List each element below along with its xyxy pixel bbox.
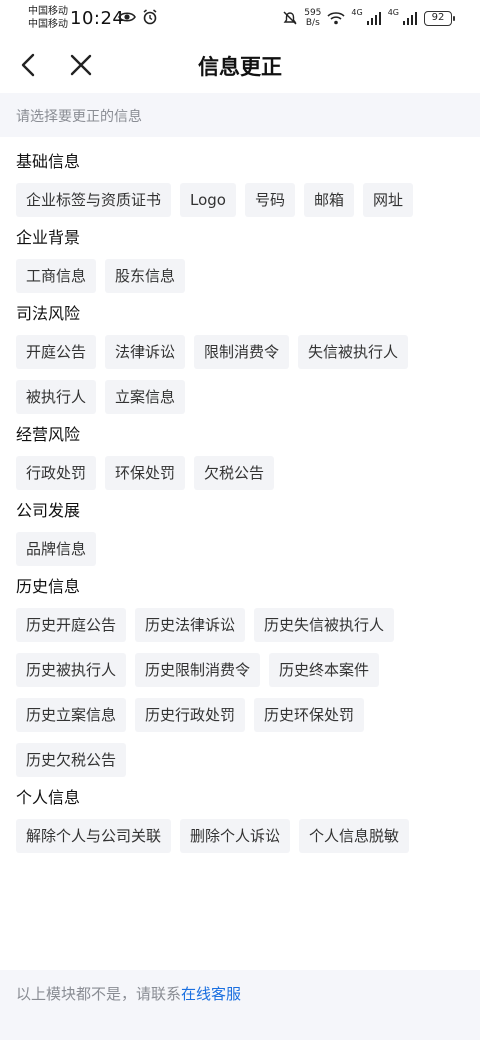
correction-option-chip[interactable]: 历史欠税公告	[16, 743, 127, 777]
section-title: 司法风险	[16, 304, 81, 323]
correction-option-chip[interactable]: 工商信息	[16, 259, 97, 293]
status-time: 10:24	[70, 8, 125, 29]
correction-option-chip[interactable]: Logo	[180, 183, 236, 217]
alarm-icon	[143, 9, 157, 25]
correction-option-chip[interactable]: 历史立案信息	[16, 698, 127, 732]
online-service-link[interactable]: 在线客服	[181, 985, 241, 1003]
signal-2-label: 4G	[387, 8, 399, 17]
status-bar: 中国移动 中国移动 10:24 595 B/s 4G 4G 92	[0, 0, 480, 38]
section-title: 基础信息	[16, 152, 81, 171]
chip-group: 行政处罚 环保处罚 欠税公告	[16, 456, 464, 490]
correction-option-chip[interactable]: 历史法律诉讼	[135, 608, 246, 642]
section: 基础信息企业标签与资质证书 Logo 号码 邮箱 网址	[16, 151, 464, 217]
correction-option-chip[interactable]: 开庭公告	[16, 335, 97, 369]
signal-1-label: 4G	[351, 8, 363, 17]
section: 经营风险行政处罚 环保处罚 欠税公告	[16, 424, 464, 490]
correction-option-chip[interactable]: 企业标签与资质证书	[16, 183, 172, 217]
nav-bar: 信息更正	[0, 38, 480, 92]
correction-option-chip[interactable]: 失信被执行人	[298, 335, 409, 369]
wifi-icon	[327, 12, 345, 25]
section: 公司发展 品牌信息	[16, 500, 464, 566]
eye-icon	[118, 12, 136, 22]
mute-icon	[283, 11, 297, 25]
section-title: 历史信息	[16, 577, 81, 596]
correction-option-chip[interactable]: 解除个人与公司关联	[16, 819, 172, 853]
battery-icon: 92	[424, 10, 455, 26]
correction-option-chip[interactable]: 立案信息	[105, 380, 186, 414]
footer-prompt: 以上模块都不是，请联系	[16, 985, 182, 1003]
correction-option-chip[interactable]: 限制消费令	[194, 335, 290, 369]
correction-option-chip[interactable]: 历史被执行人	[16, 653, 127, 687]
signal-icon	[403, 12, 417, 25]
correction-option-chip[interactable]: 历史限制消费令	[135, 653, 261, 687]
correction-option-chip[interactable]: 个人信息脱敏	[299, 819, 410, 853]
section-title: 企业背景	[16, 228, 81, 247]
chip-group: 历史开庭公告 历史法律诉讼 历史失信被执行人 历史被执行人 历史限制消费令 历史终本案件历…	[16, 608, 464, 777]
correction-option-chip[interactable]: 网址	[363, 183, 414, 217]
section: 历史信息历史开庭公告 历史法律诉讼 历史失信被执行人历史被执行人 历史限制消费令 历史终…	[16, 576, 464, 777]
signal-icon	[366, 12, 381, 25]
carrier-2: 中国移动	[28, 19, 68, 30]
correction-option-chip[interactable]: 行政处罚	[16, 456, 97, 490]
correction-option-chip[interactable]: 历史失信被执行人	[254, 608, 395, 642]
section: 司法风险开庭公告 法律诉讼 限制消费令 失信被执行人被执行人 立案信息	[16, 303, 464, 414]
hint-bar: 请选择要更正的信息	[0, 93, 480, 137]
correction-option-chip[interactable]: 删除个人诉讼	[180, 819, 291, 853]
correction-option-chip[interactable]: 历史开庭公告	[16, 608, 127, 642]
correction-option-chip[interactable]: 邮箱	[304, 183, 355, 217]
section-title: 经营风险	[16, 425, 81, 444]
chip-group: 企业标签与资质证书 Logo 号码 邮箱 网址	[16, 183, 464, 217]
page-title: 信息更正	[198, 55, 282, 79]
section: 企业背景工商信息 股东信息	[16, 227, 464, 293]
correction-sections: 基础信息企业标签与资质证书 Logo 号码 邮箱 网址企业背景工商信息 股东信息司法风险开…	[0, 137, 480, 970]
correction-option-chip[interactable]: 环保处罚	[105, 456, 186, 490]
correction-option-chip[interactable]: 法律诉讼	[105, 335, 186, 369]
correction-option-chip[interactable]: 历史行政处罚	[135, 698, 246, 732]
chip-group: 工商信息 股东信息	[16, 259, 464, 293]
correction-option-chip[interactable]: 号码	[245, 183, 296, 217]
section-title: 个人信息	[16, 788, 81, 807]
chip-group: 解除个人与公司关联 删除个人诉讼 个人信息脱敏	[16, 819, 464, 853]
correction-option-chip[interactable]: 被执行人	[16, 380, 97, 414]
carrier-1: 中国移动	[28, 6, 68, 17]
chip-group: 开庭公告 法律诉讼 限制消费令 失信被执行人被执行人 立案信息	[16, 335, 464, 414]
correction-option-chip[interactable]: 欠税公告	[194, 456, 275, 490]
net-speed: 595 B/s	[304, 8, 322, 28]
carrier-info: 中国移动 中国移动	[28, 5, 68, 31]
section: 个人信息解除个人与公司关联 删除个人诉讼 个人信息脱敏	[16, 787, 464, 853]
correction-option-chip[interactable]: 股东信息	[105, 259, 186, 293]
correction-option-chip[interactable]: 历史终本案件	[269, 653, 380, 687]
hint-text: 请选择要更正的信息	[16, 109, 142, 125]
correction-option-chip[interactable]: 历史环保处罚	[254, 698, 365, 732]
correction-option-chip[interactable]: 品牌信息	[16, 532, 97, 566]
chip-group: 品牌信息	[16, 532, 464, 566]
section-title: 公司发展	[16, 501, 81, 520]
footer-bar: 以上模块都不是，请联系在线客服	[0, 970, 480, 1040]
footer-text: 以上模块都不是，请联系在线客服	[16, 983, 241, 1004]
